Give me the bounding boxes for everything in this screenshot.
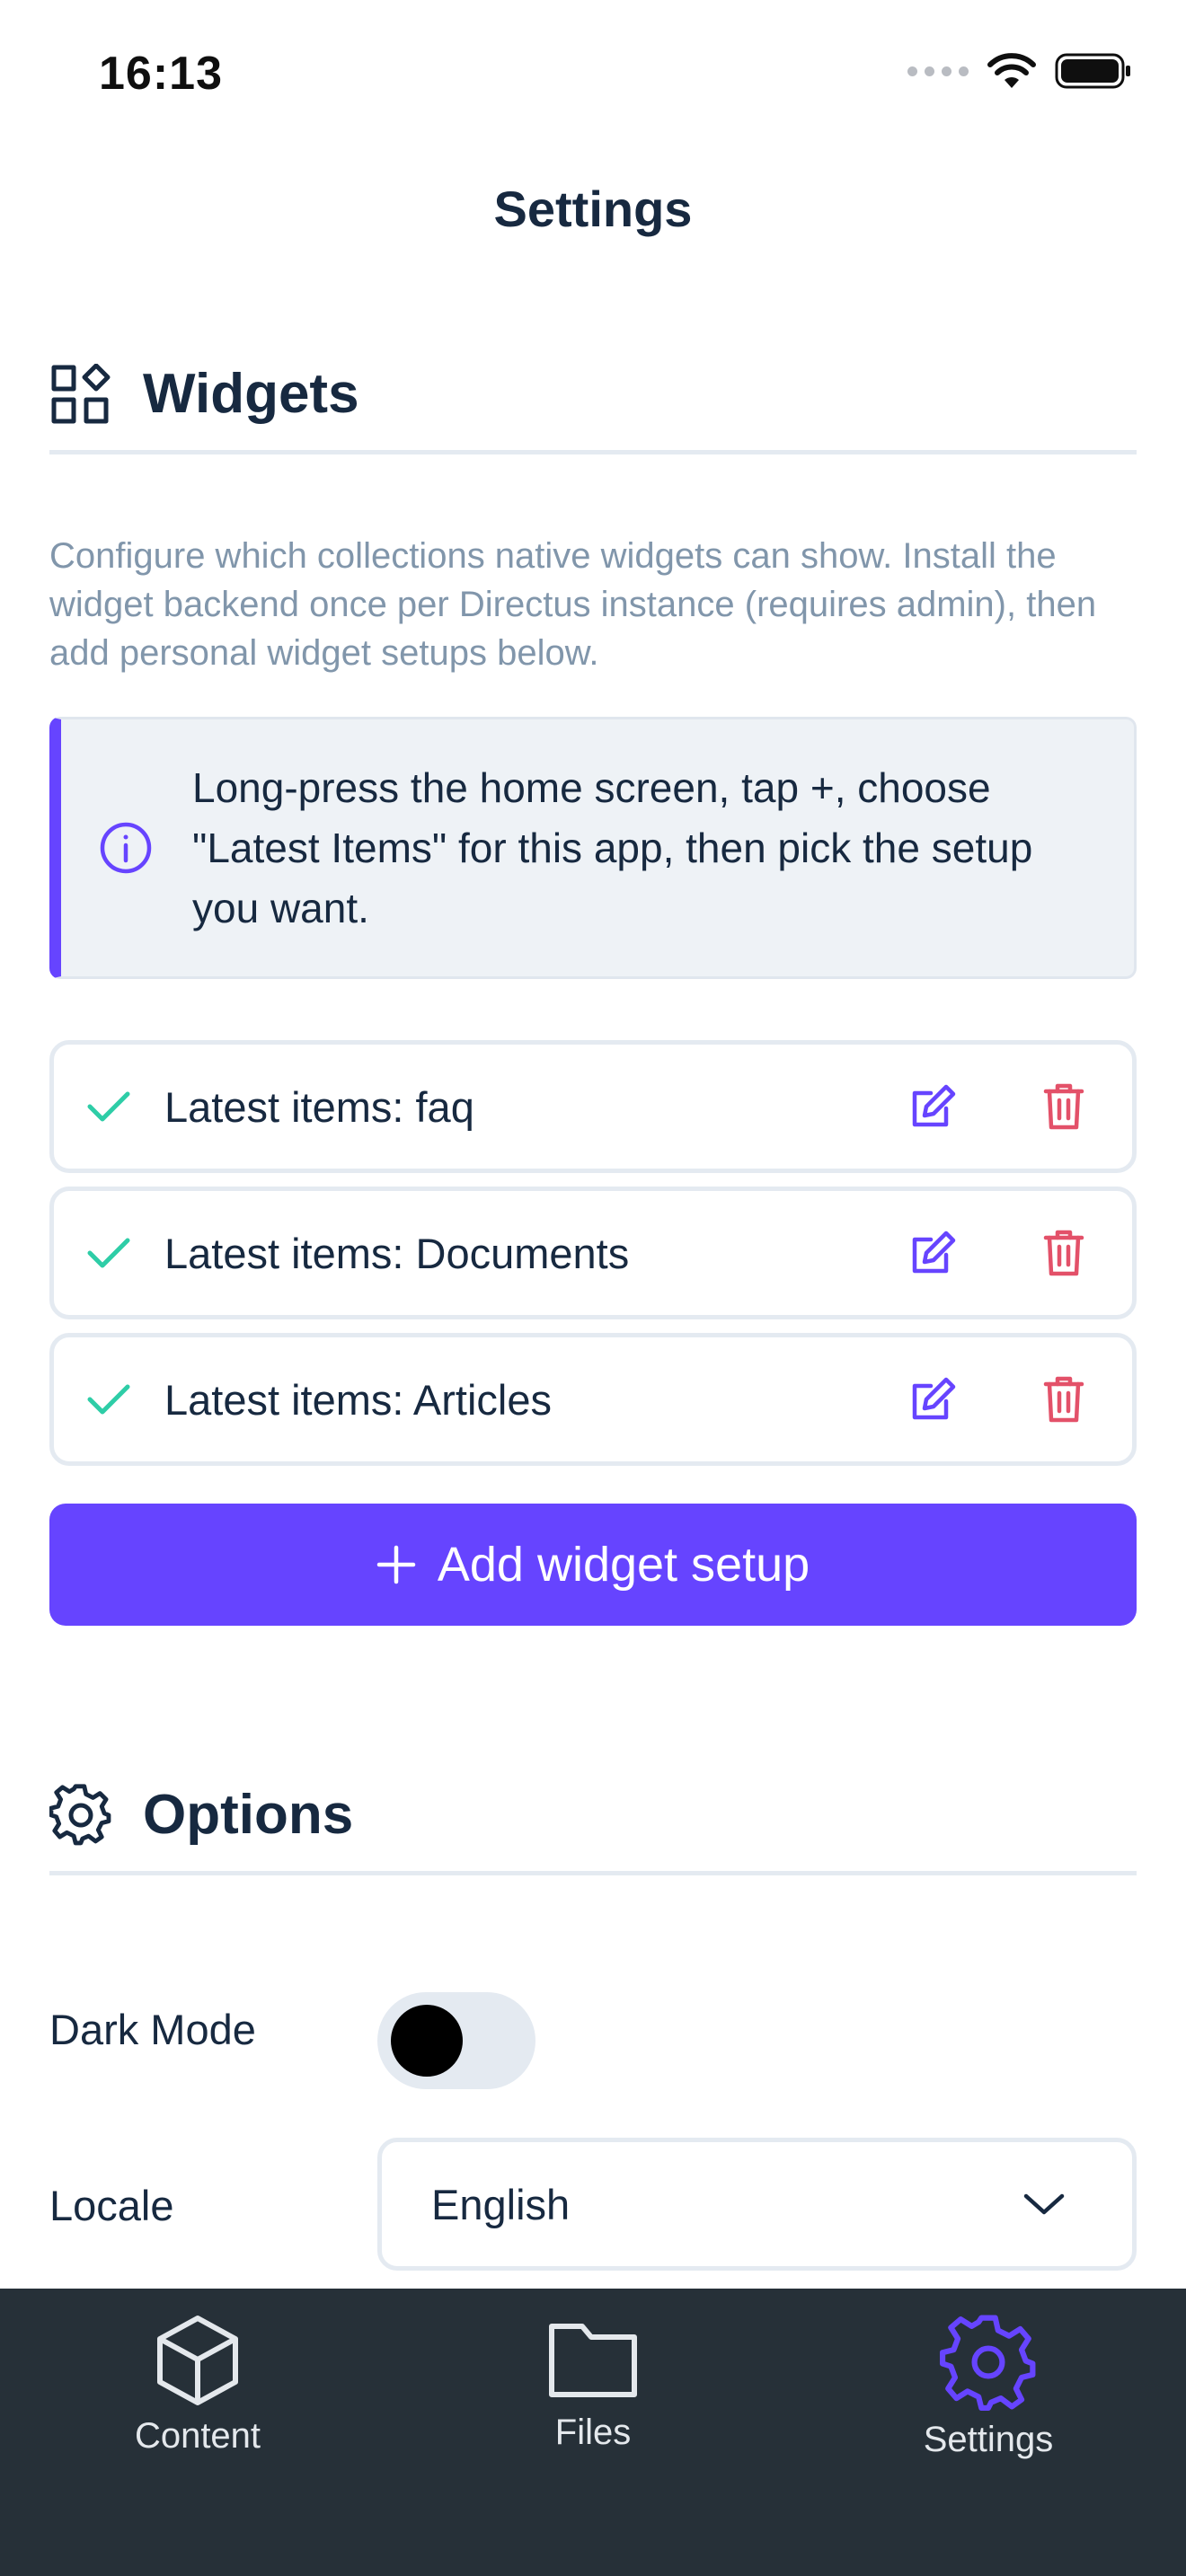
- options-section-header: Options: [49, 1759, 1137, 1875]
- page-title: Settings: [493, 181, 693, 237]
- options-section-title: Options: [143, 1784, 354, 1846]
- status-bar: 16:13: [0, 0, 1186, 153]
- add-widget-setup-label: Add widget setup: [437, 1538, 810, 1592]
- nav-item-settings[interactable]: Settings: [854, 2314, 1123, 2460]
- nav-item-files[interactable]: Files: [458, 2314, 728, 2453]
- status-icons: [907, 52, 1132, 90]
- widgets-section-title: Widgets: [143, 363, 359, 425]
- cube-icon: [157, 2316, 238, 2405]
- edit-icon[interactable]: [907, 1372, 960, 1426]
- widgets-icon: [49, 363, 112, 426]
- dark-mode-toggle[interactable]: [377, 1992, 535, 2089]
- info-icon: [99, 821, 156, 875]
- check-icon: [86, 1381, 135, 1417]
- nav-label-files: Files: [554, 2413, 632, 2452]
- wifi-icon: [987, 53, 1036, 88]
- locale-select[interactable]: English: [377, 2138, 1137, 2271]
- gear-icon: [49, 1783, 112, 1847]
- check-icon: [86, 1089, 135, 1125]
- status-time: 16:13: [99, 48, 223, 100]
- notice-text: Long-press the home screen, tap +, choos…: [192, 763, 1033, 931]
- bottom-nav: Content Files Settings: [0, 2289, 1186, 2576]
- add-widget-setup-button[interactable]: Add widget setup: [49, 1504, 1137, 1626]
- locale-value: English: [431, 2180, 571, 2228]
- plus-icon: [376, 1545, 416, 1584]
- battery-icon: [1055, 53, 1130, 89]
- dark-mode-label: Dark Mode: [49, 2006, 256, 2053]
- nav-label-settings: Settings: [923, 2420, 1054, 2459]
- locale-label: Locale: [49, 2182, 174, 2229]
- edit-icon[interactable]: [907, 1080, 960, 1134]
- trash-icon[interactable]: [1037, 1372, 1091, 1426]
- widget-setup-row: Latest items: faq: [49, 1040, 1137, 1173]
- widgets-notice: Long-press the home screen, tap +, choos…: [49, 717, 1137, 979]
- nav-label-content: Content: [134, 2416, 261, 2456]
- nav-item-content[interactable]: Content: [63, 2314, 332, 2457]
- edit-icon[interactable]: [907, 1226, 960, 1280]
- trash-icon[interactable]: [1037, 1226, 1091, 1280]
- trash-icon[interactable]: [1037, 1080, 1091, 1134]
- widget-setup-label: Latest items: Documents: [164, 1229, 630, 1277]
- widget-setup-label: Latest items: Articles: [164, 1375, 552, 1424]
- folder-icon: [549, 2324, 637, 2397]
- cellular-signal-icon: [907, 66, 969, 76]
- widget-setup-row: Latest items: Documents: [49, 1187, 1137, 1319]
- widgets-section-header: Widgets: [49, 338, 1137, 454]
- widget-setup-label: Latest items: faq: [164, 1082, 474, 1131]
- widget-setup-row: Latest items: Articles: [49, 1333, 1137, 1466]
- gear-icon: [940, 2315, 1036, 2411]
- toggle-knob: [391, 2005, 463, 2077]
- check-icon: [86, 1235, 135, 1271]
- chevron-down-icon: [1022, 2191, 1076, 2218]
- widgets-description: Configure which collections native widge…: [49, 536, 1097, 673]
